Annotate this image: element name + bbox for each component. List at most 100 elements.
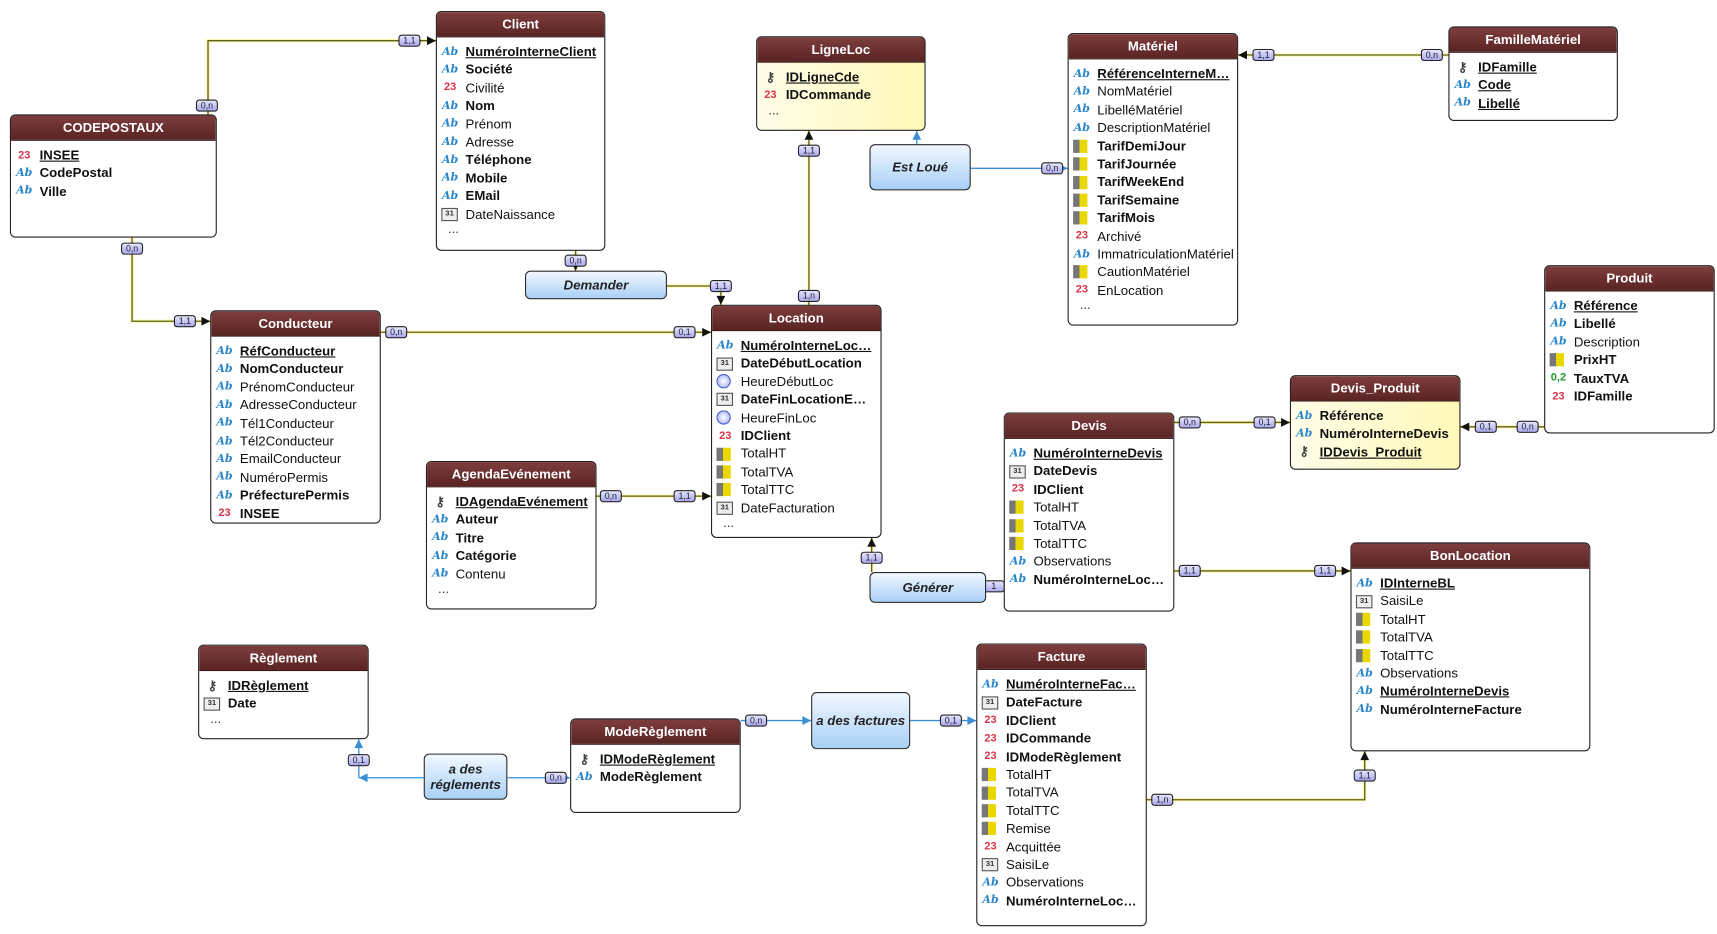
relation-generer[interactable]: Générer [869, 572, 987, 603]
field-row[interactable]: TotalTTC [716, 481, 880, 499]
field-row[interactable]: Ab Contenu [431, 565, 595, 583]
field-row[interactable]: Remise [981, 820, 1146, 838]
entity-devis[interactable]: Devis Ab NuméroInterneDevis 31 DateDevis 23 ID… [1003, 412, 1175, 612]
field-row[interactable]: 23 IDModeRèglement [982, 748, 1146, 766]
relation-a-des-reglements[interactable]: a des réglements [423, 753, 508, 800]
field-row[interactable]: Ab NuméroInterneDevis [1295, 425, 1459, 443]
entity-title[interactable]: Location [712, 305, 881, 332]
field-row[interactable]: ⚷ IDAgendaEvénement [431, 493, 595, 511]
entity-modereglement[interactable]: ModeRèglement ⚷ IDModeRèglement Ab ModeRègle… [570, 718, 741, 813]
field-row[interactable]: PrixHT [1549, 351, 1714, 369]
field-row[interactable]: TotalTTC [1355, 646, 1589, 664]
field-row[interactable]: TotalTVA [981, 784, 1146, 802]
field-row[interactable]: 23 EnLocation [1073, 281, 1237, 299]
more-fields-ellipsis[interactable]: ... [762, 103, 925, 119]
field-row[interactable]: ⚷ IDFamille [1454, 58, 1617, 76]
entity-devis-produit[interactable]: Devis_Produit Ab Référence Ab NuméroInterneD… [1289, 375, 1461, 470]
field-row[interactable]: Ab CodePostal [15, 164, 215, 182]
entity-title[interactable]: Devis_Produit [1291, 376, 1460, 402]
field-row[interactable]: 23 IDClient [982, 712, 1146, 730]
field-row[interactable]: TotalTTC [981, 802, 1146, 820]
more-fields-ellipsis[interactable]: ... [1073, 298, 1237, 314]
field-row[interactable]: HeureFinLoc [716, 409, 880, 427]
field-row[interactable]: Ab Tél2Conducteur [216, 432, 380, 450]
entity-title[interactable]: LigneLoc [757, 37, 925, 63]
field-row[interactable]: ⚷ IDRèglement [204, 677, 368, 695]
field-row[interactable]: Ab Mobile [441, 169, 604, 187]
field-row[interactable]: Ab Libellé [1454, 94, 1617, 112]
field-row[interactable]: 31 DateFinLocationE… [716, 391, 880, 409]
field-row[interactable]: Ab Catégorie [431, 547, 595, 565]
field-row[interactable]: 23 IDCommande [762, 86, 925, 104]
field-row[interactable]: ⚷ IDDevis_Produit [1295, 443, 1459, 461]
entity-title[interactable]: Devis [1004, 413, 1174, 439]
field-row[interactable]: 31 DateFacture [981, 693, 1146, 711]
relation-est-loue[interactable]: Est Loué [869, 144, 971, 191]
field-row[interactable]: Ab RéférenceInterneM… [1073, 65, 1237, 83]
field-row[interactable]: Ab Observations [982, 874, 1146, 892]
entity-agendaevenement[interactable]: AgendaEvénement ⚷ IDAgendaEvénement Ab Auteu… [425, 460, 597, 610]
field-row[interactable]: Ab NuméroInterneLoc… [1009, 571, 1173, 589]
field-row[interactable]: TarifSemaine [1073, 191, 1237, 209]
field-row[interactable]: 23 INSEE [15, 146, 215, 164]
field-row[interactable]: TarifWeekEnd [1073, 173, 1237, 191]
entity-ligneloc[interactable]: LigneLoc ⚷ IDLigneCde 23 IDCommande... [756, 36, 926, 131]
field-row[interactable]: TotalHT [981, 766, 1146, 784]
field-row[interactable]: 31 DateFacturation [716, 499, 880, 517]
field-row[interactable]: TotalTVA [1009, 517, 1173, 535]
field-row[interactable]: Ab Référence [1295, 407, 1459, 425]
field-row[interactable]: 31 DateDevis [1009, 462, 1173, 480]
entity-title[interactable]: Matériel [1068, 34, 1238, 60]
entity-conducteur[interactable]: Conducteur Ab RéfConducteur Ab NomConducteur… [210, 310, 381, 524]
field-row[interactable]: Ab Observations [1009, 553, 1173, 571]
field-row[interactable]: Ab Ville [15, 182, 215, 200]
field-row[interactable]: Ab Téléphone [441, 151, 604, 169]
field-row[interactable]: HeureDébutLoc [716, 373, 880, 391]
field-row[interactable]: Ab NuméroPermis [216, 468, 380, 486]
field-row[interactable]: Ab Libellé [1550, 315, 1714, 333]
field-row[interactable]: Ab Référence [1550, 297, 1714, 315]
link-line[interactable] [1146, 751, 1366, 801]
more-fields-ellipsis[interactable]: ... [204, 712, 368, 728]
field-row[interactable]: 23 IDFamille [1550, 387, 1714, 405]
field-row[interactable]: 31 SaisiLe [981, 856, 1146, 874]
field-row[interactable]: Ab Nom [441, 97, 604, 115]
field-row[interactable]: Ab Prénom [441, 115, 604, 133]
field-row[interactable]: TarifMois [1073, 209, 1237, 227]
field-row[interactable]: Ab AdresseConducteur [216, 396, 380, 414]
field-row[interactable]: Ab Tél1Conducteur [216, 414, 380, 432]
field-row[interactable]: TotalHT [1355, 610, 1589, 628]
entity-title[interactable]: AgendaEvénement [427, 462, 596, 488]
field-row[interactable]: TotalTTC [1009, 535, 1173, 553]
field-row[interactable]: Ab NomMatériel [1073, 83, 1237, 101]
field-row[interactable]: Ab ImmatriculationMatériel [1073, 245, 1237, 263]
field-row[interactable]: Ab NomConducteur [216, 360, 380, 378]
field-row[interactable]: Ab NuméroInterneClient [441, 43, 604, 61]
more-fields-ellipsis[interactable]: ... [441, 222, 604, 238]
field-row[interactable]: Ab EMail [441, 187, 604, 205]
field-row[interactable]: CautionMatériel [1073, 263, 1237, 281]
field-row[interactable]: Ab NuméroInterneLoc… [716, 337, 880, 355]
field-row[interactable]: Ab NuméroInterneLoc… [982, 892, 1146, 910]
field-row[interactable]: TotalHT [716, 445, 880, 463]
entity-facture[interactable]: Facture Ab NuméroInterneFac… 31 DateFacture 2… [976, 643, 1147, 927]
link-line[interactable] [207, 40, 436, 115]
entity-reglement[interactable]: Règlement ⚷ IDRèglement 31 Date... [198, 644, 369, 740]
entity-title[interactable]: Règlement [199, 645, 368, 672]
field-row[interactable]: Ab PréfecturePermis [216, 486, 380, 504]
field-row[interactable]: 23 IDCommande [982, 730, 1146, 748]
entity-title[interactable]: Produit [1545, 266, 1714, 292]
relation-demander[interactable]: Demander [524, 270, 667, 300]
field-row[interactable]: 31 Date [203, 695, 368, 713]
field-row[interactable]: TarifJournée [1073, 155, 1237, 173]
field-row[interactable]: Ab RéfConducteur [216, 342, 380, 360]
entity-produit[interactable]: Produit Ab Référence Ab Libellé Ab Description… [1544, 265, 1715, 434]
entity-famillemateriel[interactable]: FamilleMatériel ⚷ IDFamille Ab Code Ab Libellé [1448, 26, 1618, 122]
field-row[interactable]: TotalHT [1009, 499, 1173, 517]
field-row[interactable]: Ab NuméroInterneFac… [982, 675, 1146, 693]
relation-a-des-factures[interactable]: a des factures [811, 691, 911, 750]
field-row[interactable]: ⚷ IDModeRèglement [576, 750, 740, 768]
field-row[interactable]: Ab Titre [431, 529, 595, 547]
field-row[interactable]: TotalTVA [1355, 628, 1589, 646]
field-row[interactable]: Ab ModeRèglement [576, 768, 740, 786]
